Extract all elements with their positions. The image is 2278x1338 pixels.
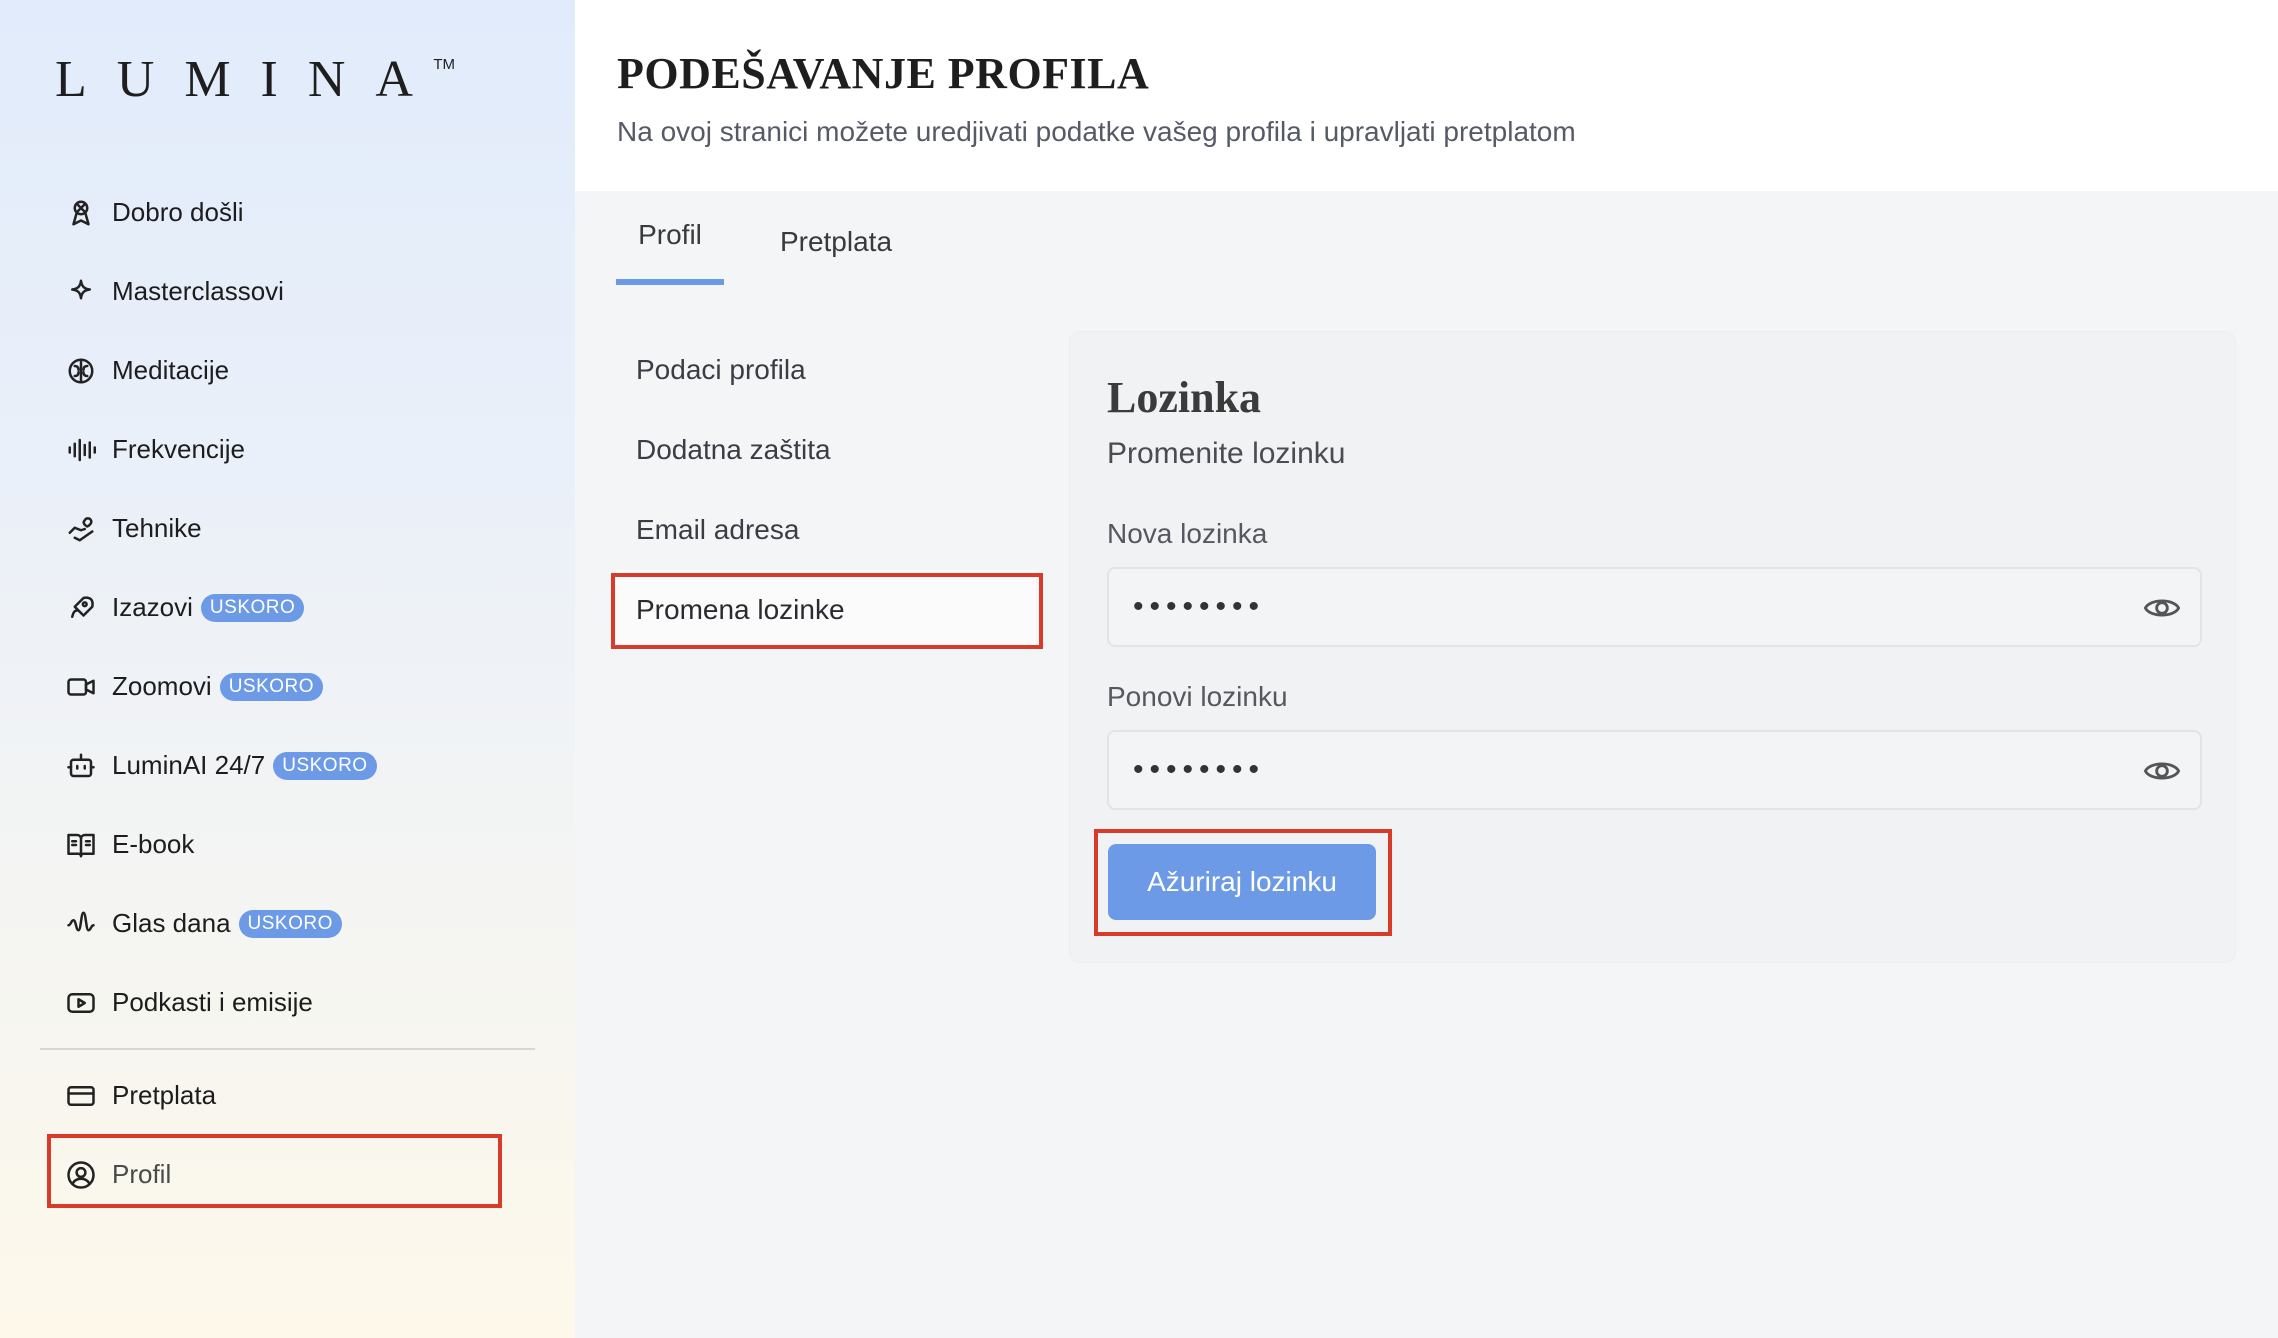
coming-soon-badge: USKORO: [219, 672, 324, 701]
brain-icon: [64, 354, 98, 388]
sidebar: LUMINA TM Dobro došli Masterclassovi Medi…: [0, 0, 575, 1338]
audio-lines-icon: [64, 433, 98, 467]
eye-icon[interactable]: [2142, 754, 2182, 788]
sidebar-item-podkasti[interactable]: Podkasti i emisije: [40, 963, 535, 1042]
new-password-field: [1107, 567, 2202, 647]
tab-pretplata[interactable]: Pretplata: [752, 195, 920, 289]
coming-soon-badge: USKORO: [238, 909, 342, 938]
bot-icon: [64, 749, 98, 783]
subnav-label: Email adresa: [636, 514, 800, 545]
new-password-label: Nova lozinka: [1107, 518, 1268, 549]
subnav-dodatna-zastita[interactable]: Dodatna zaštita: [616, 410, 1036, 490]
ribbon-icon: [64, 196, 98, 230]
sidebar-item-label: Podkasti i emisije: [112, 987, 313, 1017]
repeat-password-field: [1107, 730, 2202, 810]
subnav-label: Dodatna zaštita: [636, 434, 831, 465]
sidebar-divider: [40, 1048, 535, 1050]
sidebar-item-glas-dana[interactable]: Glas dana USKORO: [40, 884, 535, 963]
user-circle-icon: [64, 1158, 98, 1192]
page-header: PODEŠAVANJE PROFILA Na ovoj stranici mož…: [575, 0, 2278, 191]
sidebar-nav: Dobro došli Masterclassovi Meditacije Fr…: [40, 173, 535, 1214]
sidebar-item-izazovi[interactable]: Izazovi USKORO: [40, 568, 535, 647]
sidebar-item-label: Frekvencije: [112, 434, 245, 464]
subnav-email-adresa[interactable]: Email adresa: [616, 490, 1036, 570]
sidebar-item-label: Zoomovi: [112, 671, 212, 701]
subnav-label: Promena lozinke: [636, 594, 845, 625]
coming-soon-badge: USKORO: [273, 751, 377, 780]
sidebar-item-label: Dobro došli: [112, 197, 244, 227]
credit-card-icon: [64, 1079, 98, 1113]
sidebar-item-zoomovi[interactable]: Zoomovi USKORO: [40, 647, 535, 726]
sidebar-item-pretplata[interactable]: Pretplata: [40, 1056, 535, 1135]
sidebar-item-tehnike[interactable]: Tehnike: [40, 489, 535, 568]
sidebar-item-label: Pretplata: [112, 1080, 217, 1110]
book-open-icon: [64, 828, 98, 862]
sidebar-item-luminai[interactable]: LuminAI 24/7 USKORO: [40, 726, 535, 805]
sidebar-item-dobro-dosli[interactable]: Dobro došli: [40, 173, 535, 252]
new-password-input[interactable]: [1133, 587, 2113, 627]
sidebar-item-label: Izazovi: [112, 592, 193, 622]
sidebar-item-label: Masterclassovi: [112, 276, 284, 306]
coming-soon-badge: USKORO: [200, 593, 305, 622]
update-password-button[interactable]: Ažuriraj lozinku: [1108, 844, 1376, 920]
brand-logo[interactable]: LUMINA TM: [55, 50, 455, 109]
brand-logo-text: LUMINA: [55, 51, 443, 108]
sidebar-item-e-book[interactable]: E-book: [40, 805, 535, 884]
repeat-password-input[interactable]: [1133, 750, 2113, 790]
sidebar-item-meditacije[interactable]: Meditacije: [40, 331, 535, 410]
tab-label: Profil: [638, 219, 702, 250]
eye-icon[interactable]: [2142, 591, 2182, 625]
panel-title: Lozinka: [1107, 373, 1262, 422]
page-title: PODEŠAVANJE PROFILA: [617, 49, 1150, 98]
tab-label: Pretplata: [779, 226, 893, 257]
sidebar-item-label: Tehnike: [112, 513, 202, 543]
repeat-password-label: Ponovi lozinku: [1107, 681, 1288, 712]
subnav-podaci-profila[interactable]: Podaci profila: [616, 330, 1036, 410]
sidebar-item-label: LuminAI 24/7: [112, 750, 266, 780]
password-panel: Lozinka Promenite lozinku Nova lozinka P…: [1070, 332, 2235, 962]
sidebar-item-frekvencije[interactable]: Frekvencije: [40, 410, 535, 489]
profile-subnav: Podaci profila Dodatna zaštita Email adr…: [616, 330, 1036, 650]
audio-wave-icon: [64, 907, 98, 941]
video-icon: [64, 670, 98, 704]
sidebar-item-label: E-book: [112, 829, 195, 859]
sidebar-item-label: Profil: [112, 1159, 172, 1189]
sidebar-item-label: Meditacije: [112, 355, 230, 385]
play-square-icon: [64, 986, 98, 1020]
rocket-icon: [64, 591, 98, 625]
sidebar-item-profil[interactable]: Profil: [40, 1135, 535, 1214]
panel-subtitle: Promenite lozinku: [1107, 437, 1346, 470]
subnav-label: Podaci profila: [636, 354, 806, 385]
sidebar-item-label: Glas dana: [112, 908, 231, 938]
sparkle-icon: [64, 275, 98, 309]
hand-heart-icon: [64, 512, 98, 546]
trademark-mark: TM: [433, 56, 455, 73]
subnav-promena-lozinke[interactable]: Promena lozinke: [616, 570, 1036, 650]
page-subtitle: Na ovoj stranici možete uredjivati podat…: [617, 116, 1576, 147]
sidebar-item-masterclassovi[interactable]: Masterclassovi: [40, 252, 535, 331]
tab-profil[interactable]: Profil: [616, 191, 724, 285]
